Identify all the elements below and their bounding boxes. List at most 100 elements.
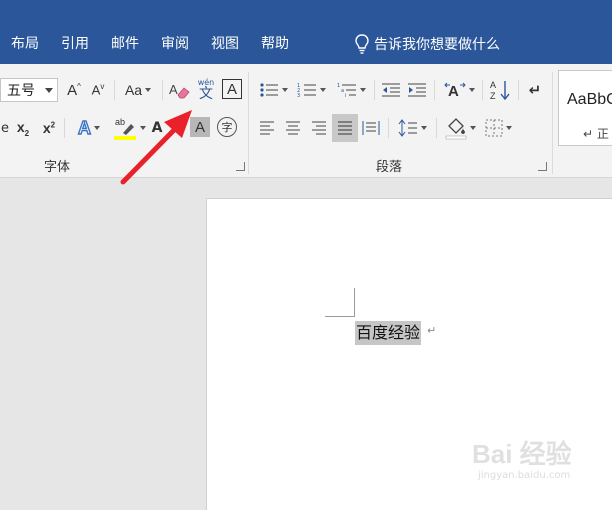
paragraph-shading-button[interactable]	[442, 114, 478, 142]
tab-help[interactable]: 帮助	[250, 32, 300, 56]
font-color-icon: A	[151, 120, 163, 136]
line-spacing-icon	[398, 119, 417, 137]
clear-formatting-button[interactable]: A	[168, 78, 192, 102]
bullets-button[interactable]	[256, 78, 290, 102]
justify-icon	[338, 121, 352, 135]
divider	[518, 80, 519, 100]
subscript-button[interactable]: x2	[12, 116, 34, 140]
shrink-font-button[interactable]: Av	[88, 78, 108, 102]
change-case-label: Aa	[124, 82, 143, 98]
svg-text:1: 1	[337, 83, 340, 89]
distributed-button[interactable]	[360, 116, 382, 140]
strikethrough-icon: e	[1, 120, 9, 136]
lightbulb-icon	[355, 34, 369, 54]
align-center-button[interactable]	[282, 116, 304, 140]
chevron-down-icon	[505, 126, 512, 130]
text-effects-button[interactable]: A	[72, 116, 106, 140]
ribbon: 五号 A^ Av Aa A wén 文 A e x2 x2 A ab A A 字…	[0, 64, 612, 178]
styles-gallery[interactable]: AaBbC ↵ 正	[558, 70, 612, 146]
chevron-down-icon	[420, 126, 427, 130]
justify-button[interactable]	[332, 114, 358, 142]
character-shading-char: A	[194, 118, 205, 136]
highlight-color-button[interactable]: ab	[110, 114, 148, 142]
chevron-down-icon	[45, 88, 53, 93]
enclose-characters-char: 字	[221, 121, 233, 134]
sort-button[interactable]: A Z	[488, 76, 512, 104]
crop-mark-horizontal	[325, 316, 355, 317]
divider	[374, 80, 375, 100]
borders-button[interactable]	[480, 116, 516, 140]
chevron-down-icon	[145, 88, 152, 92]
align-right-icon	[312, 121, 326, 135]
character-shading-button[interactable]: A	[190, 117, 210, 137]
phonetic-guide-char: 文	[199, 86, 213, 102]
divider	[434, 80, 435, 100]
chinese-layout-button[interactable]: A	[440, 78, 478, 102]
multilevel-list-button[interactable]: 1 a i	[334, 78, 368, 102]
font-color-button[interactable]: A	[150, 116, 164, 140]
menu-bar: 布局 引用 邮件 审阅 视图 帮助 告诉我你想要做什么	[0, 0, 612, 64]
phonetic-guide-button[interactable]: wén 文	[194, 76, 218, 104]
paragraph-group-label: 段落	[376, 160, 403, 175]
align-right-button[interactable]	[308, 116, 330, 140]
document-canvas: 百度经验 ↵ Bai 经验 jingyan.baidu.com	[0, 178, 612, 510]
font-dialog-launcher[interactable]	[236, 162, 245, 171]
chevron-down-icon	[359, 88, 366, 92]
numbering-button[interactable]: 1 2 3	[294, 78, 328, 102]
tab-layout[interactable]: 布局	[0, 32, 50, 56]
eraser-icon: A	[169, 82, 190, 99]
highlighter-icon: ab	[113, 117, 136, 140]
tab-references[interactable]: 引用	[50, 32, 100, 56]
tell-me-search[interactable]: 告诉我你想要做什么	[354, 32, 500, 56]
divider	[436, 118, 437, 138]
chevron-down-icon	[468, 88, 475, 92]
group-divider	[248, 72, 249, 174]
shrink-font-icon: Av	[91, 82, 105, 98]
multilevel-list-icon: 1 a i	[337, 83, 356, 98]
align-left-icon	[260, 121, 274, 135]
ribbon-tabs: 布局 引用 邮件 审阅 视图 帮助	[0, 32, 300, 56]
style-normal-label: ↵ 正	[583, 127, 609, 141]
svg-text:ab: ab	[115, 117, 125, 127]
decrease-indent-icon	[382, 83, 400, 97]
grow-font-button[interactable]: A^	[64, 78, 84, 102]
tab-mailings[interactable]: 邮件	[100, 32, 150, 56]
tab-view[interactable]: 视图	[200, 32, 250, 56]
svg-text:A: A	[490, 80, 496, 90]
line-spacing-button[interactable]	[394, 116, 430, 140]
show-marks-button[interactable]: ↵	[524, 78, 546, 102]
character-border-button[interactable]: A	[222, 79, 242, 99]
svg-text:Z: Z	[490, 91, 496, 101]
tab-review[interactable]: 审阅	[150, 32, 200, 56]
numbering-icon: 1 2 3	[297, 83, 316, 98]
chinese-layout-icon: A	[443, 82, 466, 99]
chevron-down-icon	[281, 88, 288, 92]
borders-icon	[485, 119, 502, 137]
selected-text[interactable]: 百度经验	[355, 321, 422, 345]
increase-indent-icon	[408, 83, 426, 97]
font-size-combo[interactable]: 五号	[0, 78, 58, 102]
superscript-button[interactable]: x2	[38, 116, 60, 140]
style-normal-sample[interactable]: AaBbC	[567, 91, 612, 109]
decrease-indent-button[interactable]	[380, 78, 402, 102]
change-case-button[interactable]: Aa	[120, 78, 156, 102]
subscript-icon: x2	[16, 118, 30, 138]
font-size-value: 五号	[7, 83, 35, 99]
watermark-logo: Bai 经验 jingyan.baidu.com	[466, 434, 586, 498]
enclose-characters-button[interactable]: 字	[217, 117, 237, 137]
grow-font-icon: A^	[67, 81, 81, 99]
crop-mark-vertical	[354, 288, 355, 317]
character-border-char: A	[226, 80, 237, 98]
divider	[114, 80, 115, 100]
svg-text:i: i	[345, 93, 346, 98]
text-effects-icon: A	[77, 117, 91, 138]
divider	[388, 118, 389, 138]
strikethrough-button[interactable]: e	[0, 116, 10, 140]
increase-indent-button[interactable]	[406, 78, 428, 102]
align-left-button[interactable]	[256, 116, 278, 140]
watermark-brand: Bai 经验	[472, 439, 572, 469]
divider	[162, 80, 163, 100]
distributed-icon	[362, 121, 380, 135]
chevron-down-icon	[139, 126, 146, 130]
paragraph-dialog-launcher[interactable]	[538, 162, 547, 171]
